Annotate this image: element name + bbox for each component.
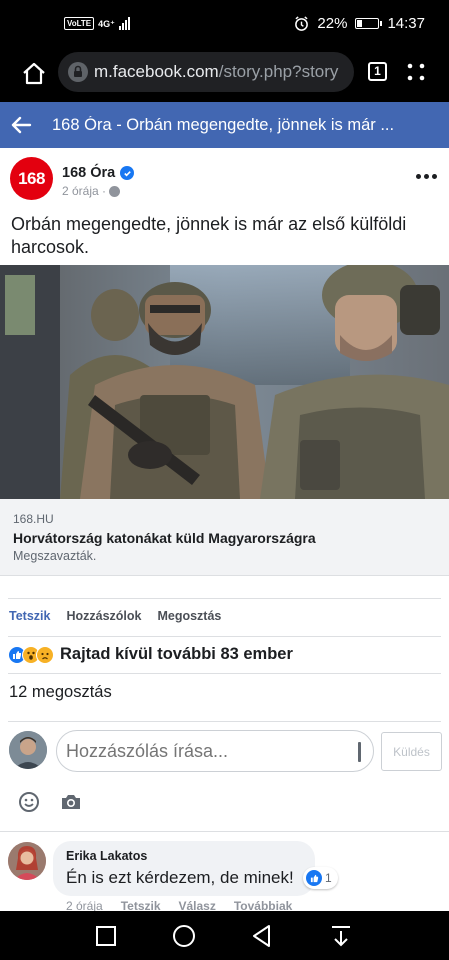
comment-bubble[interactable]: Erika Lakatos Én is ezt kérdezem, de min… bbox=[53, 841, 315, 896]
address-bar[interactable]: m.facebook.com/story.php?story bbox=[58, 52, 354, 92]
post-time-label: 2 órája · bbox=[62, 184, 107, 198]
network-type: 4G⁺ bbox=[98, 19, 115, 29]
notifications-pulldown-icon[interactable] bbox=[328, 923, 354, 949]
commenter-avatar[interactable] bbox=[8, 842, 46, 880]
post-image[interactable] bbox=[0, 265, 449, 499]
post-timestamp[interactable]: 2 órája · bbox=[62, 184, 121, 198]
globe-icon bbox=[109, 185, 121, 197]
divider bbox=[8, 598, 441, 599]
clock: 14:37 bbox=[387, 15, 425, 32]
verified-badge-icon bbox=[120, 166, 135, 180]
fb-header: 168 Óra - Orbán megengedte, jönnek is má… bbox=[0, 102, 449, 148]
alarm-icon bbox=[295, 16, 309, 31]
comment-like-count: 1 bbox=[325, 871, 332, 885]
comment-reactions[interactable]: 1 bbox=[303, 867, 338, 889]
send-button[interactable]: Küldés bbox=[381, 732, 442, 771]
status-right: 22% 14:37 bbox=[294, 15, 425, 32]
comment-input[interactable] bbox=[56, 730, 374, 772]
soldiers-photo bbox=[0, 265, 449, 499]
url-path: /story.php?story bbox=[218, 62, 339, 81]
more-options-icon[interactable] bbox=[416, 174, 437, 179]
page-name-label: 168 Óra bbox=[62, 165, 116, 181]
page-title: 168 Óra - Orbán megengedte, jönnek is má… bbox=[52, 116, 395, 134]
browser-toolbar: m.facebook.com/story.php?story 1 bbox=[0, 50, 449, 102]
more-vert-icon[interactable] bbox=[404, 60, 428, 84]
lock-icon bbox=[68, 62, 88, 82]
shares-count[interactable]: 12 megosztás bbox=[9, 683, 112, 702]
like-button[interactable]: Tetszik bbox=[9, 609, 50, 623]
status-bar: VoLTE 4G⁺ 22% 14:37 bbox=[0, 0, 449, 50]
volte-badge: VoLTE bbox=[64, 17, 95, 30]
divider bbox=[8, 636, 441, 637]
emoji-icon[interactable] bbox=[18, 791, 40, 813]
network-indicators: VoLTE 4G⁺ bbox=[64, 17, 130, 30]
comment-text: Én is ezt kérdezem, de minek! bbox=[66, 868, 294, 887]
link-domain: 168.HU bbox=[13, 512, 54, 526]
battery-percent: 22% bbox=[317, 15, 348, 32]
reactions-summary[interactable]: Rajtad kívül további 83 ember bbox=[8, 645, 293, 664]
post-text: Orbán megengedte, jönnek is már az első … bbox=[11, 214, 407, 257]
url-host: m.facebook.com bbox=[94, 62, 219, 81]
like-reaction-icon bbox=[306, 870, 322, 886]
divider bbox=[8, 673, 441, 674]
page-name[interactable]: 168 Óra bbox=[62, 165, 135, 181]
link-title: Horvátország katonákat küld Magyarország… bbox=[13, 530, 316, 546]
back-nav-icon[interactable] bbox=[249, 923, 275, 949]
comment-author[interactable]: Erika Lakatos bbox=[66, 849, 302, 863]
share-button[interactable]: Megosztás bbox=[157, 609, 221, 623]
link-preview[interactable]: 168.HU Horvátország katonákat küld Magya… bbox=[0, 499, 449, 576]
home-nav-icon[interactable] bbox=[171, 923, 197, 949]
divider bbox=[0, 831, 449, 832]
user-avatar bbox=[9, 731, 47, 769]
battery-icon bbox=[355, 18, 383, 29]
back-arrow-icon[interactable] bbox=[10, 114, 32, 136]
home-icon[interactable] bbox=[20, 60, 48, 88]
link-description: Megszavazták. bbox=[13, 549, 97, 563]
system-nav-bar bbox=[0, 911, 449, 960]
post-actions: Tetszik Hozzászólok Megosztás bbox=[9, 609, 221, 623]
reactions-count: Rajtad kívül további 83 ember bbox=[60, 645, 293, 663]
comment-button[interactable]: Hozzászólok bbox=[66, 609, 141, 623]
camera-icon[interactable] bbox=[60, 792, 82, 812]
text-cursor bbox=[358, 742, 361, 762]
post-header: 168 168 Óra 2 órája · bbox=[0, 148, 449, 208]
tab-switcher-button[interactable]: 1 bbox=[368, 62, 387, 81]
signal-icon: 4G⁺ bbox=[98, 17, 130, 30]
comment-composer: Küldés bbox=[0, 727, 449, 775]
sad-reaction-icon bbox=[36, 645, 54, 664]
recents-icon[interactable] bbox=[93, 923, 119, 949]
page-avatar[interactable]: 168 bbox=[10, 157, 53, 200]
divider bbox=[8, 721, 441, 722]
